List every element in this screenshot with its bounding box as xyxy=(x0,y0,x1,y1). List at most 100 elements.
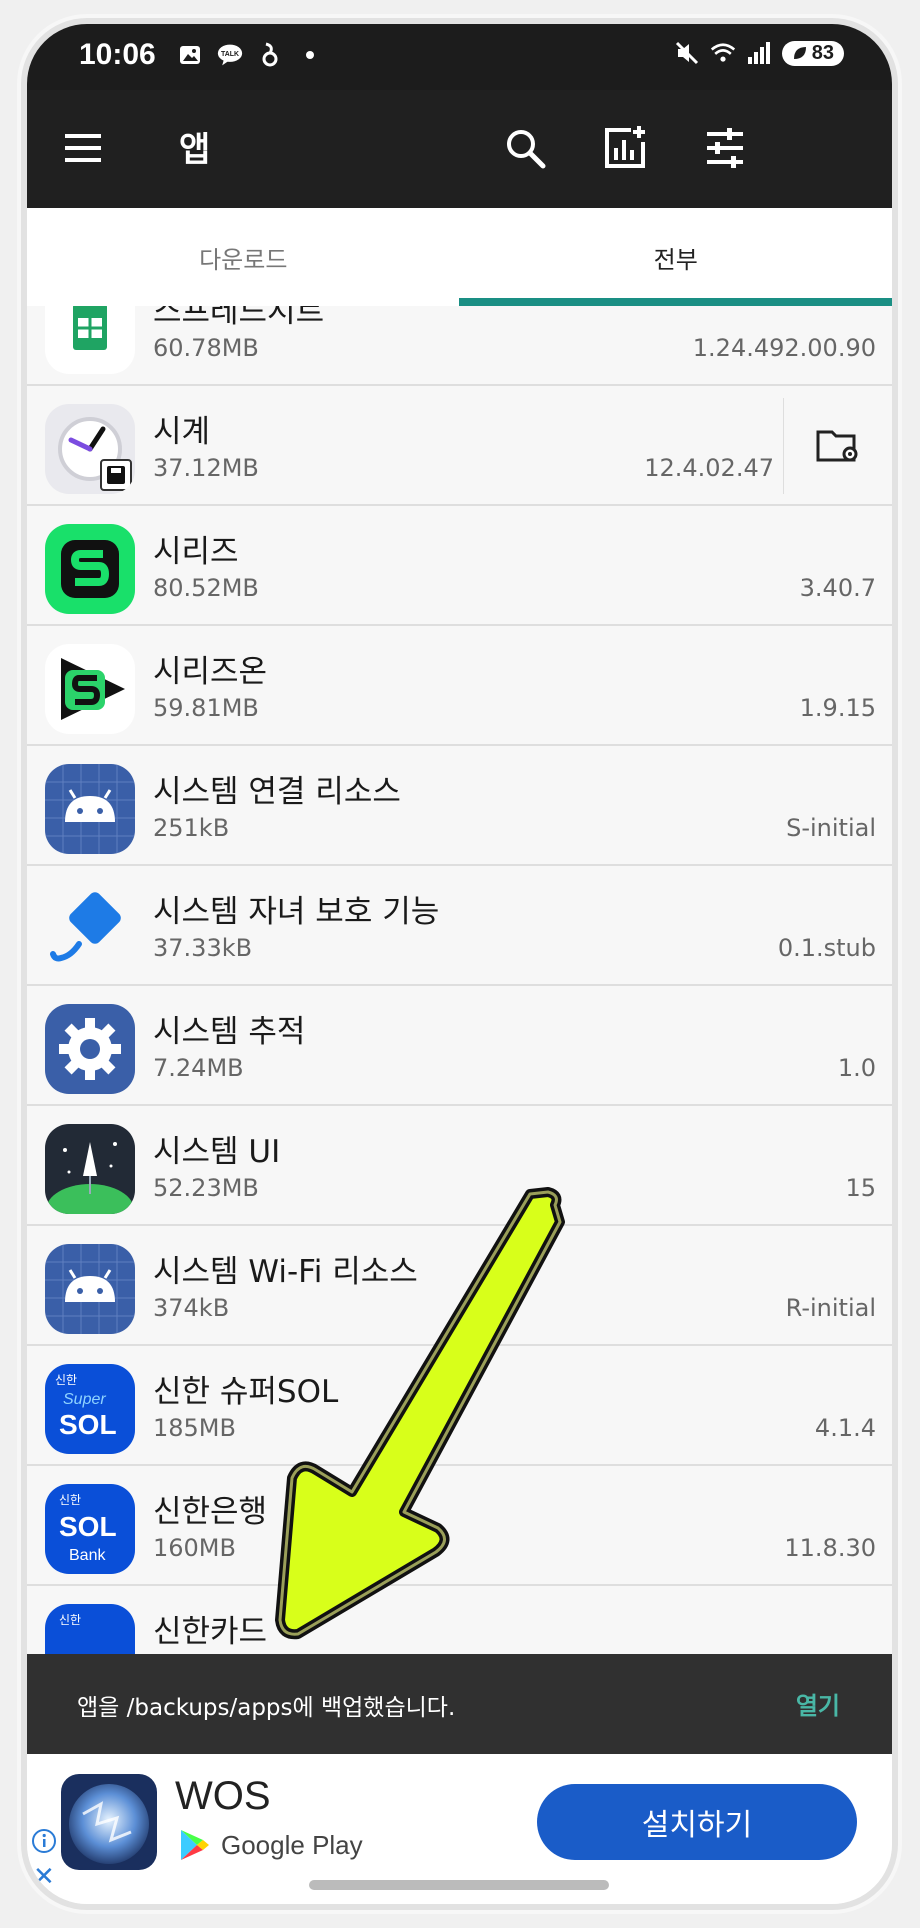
parental-control-app-icon xyxy=(45,884,135,974)
app-size: 52.23MB xyxy=(153,1174,259,1202)
search-button[interactable] xyxy=(501,124,549,172)
app-size: 374kB xyxy=(153,1294,230,1322)
app-name: 시스템 Wi-Fi 리소스 xyxy=(153,1254,418,1290)
snackbar-open-button[interactable]: 열기 xyxy=(796,1686,840,1721)
app-name: 시스템 UI xyxy=(153,1134,281,1170)
shinhan-super-sol-app-icon: 신한 Super SOL xyxy=(45,1364,135,1454)
mention-icon xyxy=(257,42,283,68)
icon-label-bank: Bank xyxy=(69,1547,106,1564)
home-indicator[interactable] xyxy=(309,1880,609,1890)
app-name: 시리즈온 xyxy=(153,654,268,690)
add-chart-button[interactable] xyxy=(601,124,649,172)
menu-button[interactable] xyxy=(61,128,105,168)
app-size: 80.52MB xyxy=(153,574,259,602)
snackbar-message: 앱을 /backups/apps에 백업했습니다. xyxy=(77,1695,456,1721)
phone-screen: 10:06 TALK 83 앱 다운로드 전부 스프레드시트 60.78MB 1… xyxy=(27,24,892,1904)
wos-game-icon[interactable] xyxy=(61,1774,157,1870)
ad-close-icon[interactable]: ✕ xyxy=(33,1862,55,1892)
status-time: 10:06 xyxy=(79,38,156,71)
app-version: 12.4.02.47 xyxy=(644,454,774,482)
icon-label-sol: SOL xyxy=(59,1511,117,1542)
app-size: 37.33kB xyxy=(153,934,253,962)
ad-title: WOS xyxy=(175,1774,271,1818)
app-size: 185MB xyxy=(153,1414,236,1442)
app-name: 시계 xyxy=(153,414,211,450)
search-icon xyxy=(507,130,546,169)
app-row-parental-control[interactable]: 시스템 자녀 보호 기능 37.33kB 0.1.stub xyxy=(27,866,892,986)
series-on-app-icon xyxy=(45,644,135,734)
tune-icon xyxy=(707,128,743,168)
app-row-system-connection[interactable]: 시스템 연결 리소스 251kB S-initial xyxy=(27,746,892,866)
system-icons: 83 xyxy=(674,40,844,66)
app-version: 3.40.7 xyxy=(799,574,876,602)
hamburger-icon xyxy=(65,134,101,162)
folder-settings-button[interactable] xyxy=(783,398,892,494)
leaf-icon xyxy=(793,47,806,59)
tab-bar: 다운로드 전부 xyxy=(27,208,892,306)
clock-app-icon xyxy=(45,404,135,494)
folder-settings-icon xyxy=(816,430,858,462)
ad-store-badge: Google Play xyxy=(179,1828,363,1862)
app-bar: 앱 xyxy=(27,90,892,208)
app-version: 11.8.30 xyxy=(784,1534,876,1562)
filter-settings-button[interactable] xyxy=(701,124,749,172)
app-size: 59.81MB xyxy=(153,694,259,722)
wifi-icon xyxy=(710,40,736,66)
app-list[interactable]: 스프레드시트 60.78MB 1.24.492.00.90 시계 37.12MB… xyxy=(27,306,892,1654)
app-version: 4.1.4 xyxy=(814,1414,876,1442)
ad-store-name: Google Play xyxy=(221,1829,363,1860)
app-version: 1.9.15 xyxy=(799,694,876,722)
app-row-system-tracing[interactable]: 시스템 추적 7.24MB 1.0 xyxy=(27,986,892,1106)
snackbar: 앱을 /backups/apps에 백업했습니다. 열기 xyxy=(27,1654,892,1754)
app-version: 15 xyxy=(845,1174,876,1202)
add-chart-icon xyxy=(605,126,645,168)
app-size: 60.78MB xyxy=(153,334,259,362)
status-bar: 10:06 TALK 83 xyxy=(27,24,892,90)
kakaotalk-icon: TALK xyxy=(217,42,243,68)
app-row-shinhan-bank[interactable]: 신한 SOL Bank 신한은행 160MB 11.8.30 xyxy=(27,1466,892,1586)
app-size: 160MB xyxy=(153,1534,236,1562)
app-row-shinhan-super-sol[interactable]: 신한 Super SOL 신한 슈퍼SOL 185MB 4.1.4 xyxy=(27,1346,892,1466)
app-row-series-on[interactable]: 시리즈온 59.81MB 1.9.15 xyxy=(27,626,892,746)
app-version: R-initial xyxy=(785,1294,876,1322)
app-row-sheets[interactable]: 스프레드시트 60.78MB 1.24.492.00.90 xyxy=(27,306,892,386)
tab-all[interactable]: 전부 xyxy=(460,208,893,306)
icon-label-shinhan: 신한 xyxy=(55,1373,77,1387)
app-row-system-wifi[interactable]: 시스템 Wi-Fi 리소스 374kB R-initial xyxy=(27,1226,892,1346)
app-name: 시리즈 xyxy=(153,534,239,570)
battery-indicator: 83 xyxy=(781,40,844,66)
series-app-icon xyxy=(45,524,135,614)
more-notifications-dot-icon xyxy=(297,42,323,68)
tab-indicator xyxy=(459,298,892,306)
google-play-icon xyxy=(181,1830,209,1860)
icon-label-shinhan: 신한 xyxy=(59,1493,81,1507)
app-name: 신한 슈퍼SOL xyxy=(153,1374,339,1410)
app-version: S-initial xyxy=(786,814,876,842)
icon-label-super: Super xyxy=(63,1391,106,1408)
app-version: 1.0 xyxy=(837,1054,876,1082)
app-size: 251kB xyxy=(153,814,230,842)
gallery-icon xyxy=(177,42,203,68)
gear-app-icon xyxy=(45,1004,135,1094)
app-row-clock[interactable]: 시계 37.12MB 12.4.02.47 xyxy=(27,386,892,506)
android-app-icon xyxy=(45,1244,135,1334)
app-name: 신한은행 xyxy=(153,1494,268,1530)
mute-icon xyxy=(674,40,700,66)
app-row-series[interactable]: 시리즈 80.52MB 3.40.7 xyxy=(27,506,892,626)
app-name: 스프레드시트 xyxy=(153,306,325,330)
app-name: 시스템 자녀 보호 기능 xyxy=(153,894,440,930)
ad-info-icon[interactable] xyxy=(31,1828,57,1858)
battery-level: 83 xyxy=(811,41,834,64)
app-version: 0.1.stub xyxy=(777,934,876,962)
signal-icon xyxy=(746,40,772,66)
app-row-shinhan-card[interactable]: 신한 신한카드 xyxy=(27,1586,892,1654)
android-app-icon xyxy=(45,764,135,854)
shinhan-card-app-icon: 신한 xyxy=(45,1604,135,1654)
tab-downloads[interactable]: 다운로드 xyxy=(27,208,460,306)
install-button[interactable]: 설치하기 xyxy=(537,1784,857,1860)
app-row-system-ui[interactable]: 시스템 UI 52.23MB 15 xyxy=(27,1106,892,1226)
app-version: 1.24.492.00.90 xyxy=(692,334,876,362)
app-name: 시스템 연결 리소스 xyxy=(153,774,401,810)
sheets-app-icon xyxy=(45,306,135,374)
page-title: 앱 xyxy=(179,130,211,170)
